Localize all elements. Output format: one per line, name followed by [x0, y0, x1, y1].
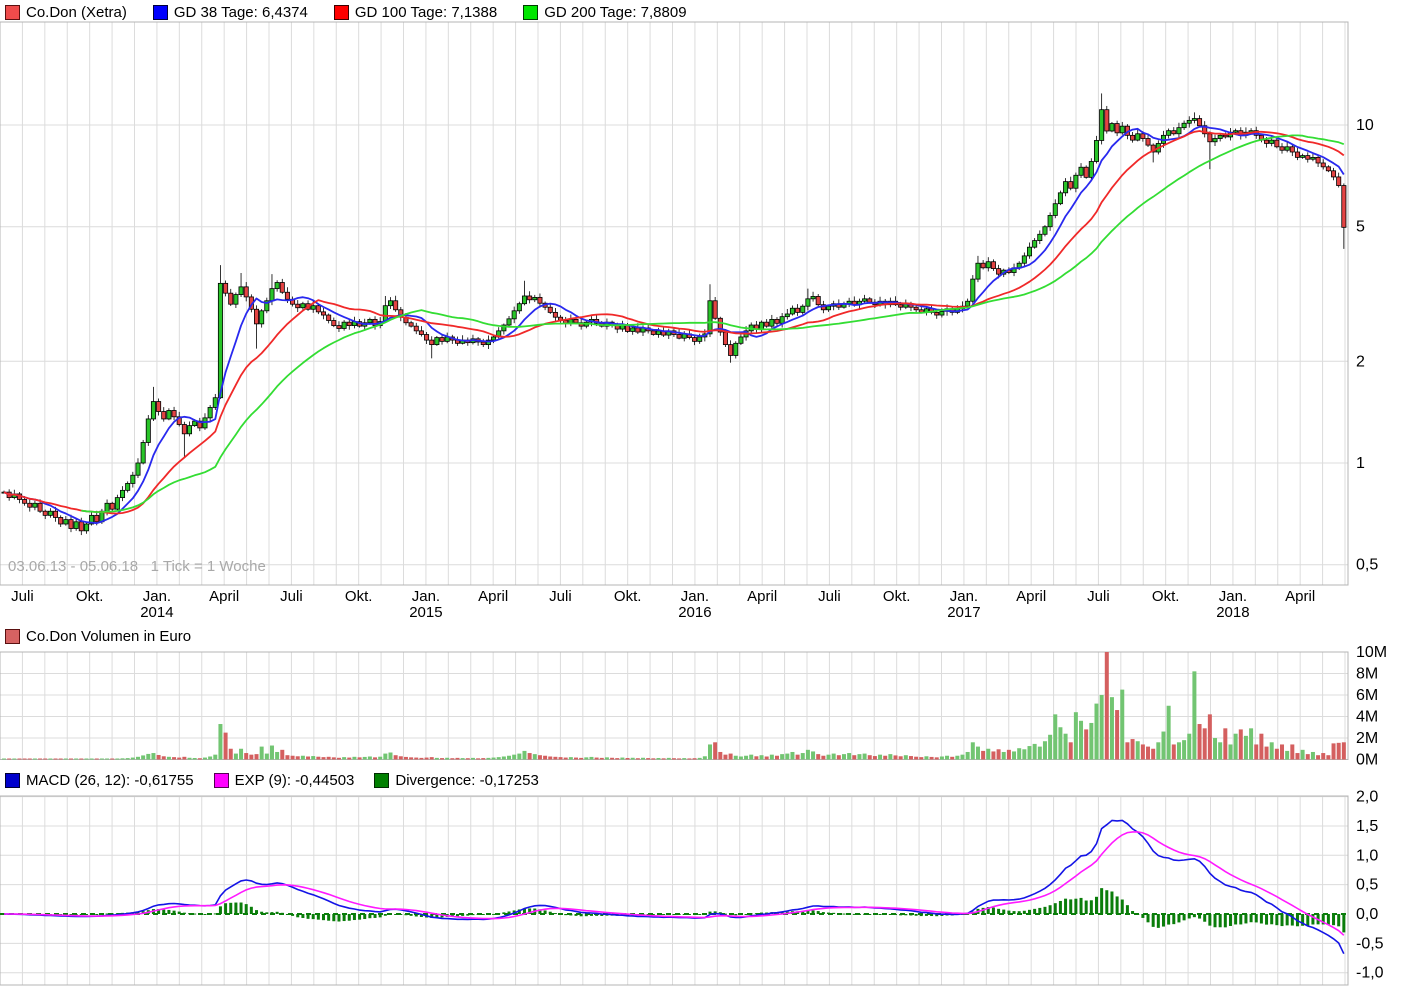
svg-text:1: 1 [1356, 455, 1365, 472]
gd38-label: GD 38 Tage: 6,4374 [173, 3, 308, 21]
svg-text:Jan.: Jan. [143, 588, 171, 605]
svg-text:5: 5 [1356, 219, 1365, 236]
legend-item-exp: EXP (9): -0,44503 [213, 771, 355, 789]
exp-line-label: EXP (9): -0,44503 [234, 771, 355, 789]
axis-tick-labels: 10 5 2 1 0,5 10M 8M 6M 4M 2M 0M 2,0 1,5 1,0 0,5 0,0 -0,5… [1356, 117, 1387, 982]
svg-text:Okt.: Okt. [614, 588, 642, 605]
legend-item-volume: Co.Don Volumen in Euro [5, 628, 191, 645]
gd100-swatch [333, 4, 349, 20]
svg-text:0,5: 0,5 [1356, 557, 1378, 574]
svg-text:April: April [209, 588, 239, 605]
legend-item-macd: MACD (26, 12): -0,61755 [5, 772, 194, 789]
svg-text:Jan.: Jan. [950, 588, 978, 605]
macd-line-label: MACD (26, 12): -0,61755 [26, 771, 194, 789]
svg-text:2018: 2018 [1216, 604, 1249, 621]
legend-item-gd100: GD 100 Tage: 7,1388 [333, 3, 498, 21]
svg-text:Juli: Juli [11, 588, 34, 605]
exp-line-swatch [213, 772, 229, 788]
svg-text:-1,0: -1,0 [1356, 965, 1384, 982]
stock-chart-canvas: 10 5 2 1 0,5 10M 8M 6M 4M 2M 0M 2,0 1,5 1,0 0,5 0,0 -0,5… [0, 21, 1387, 986]
svg-text:Juli: Juli [818, 588, 841, 605]
svg-text:Okt.: Okt. [76, 588, 104, 605]
codon-series-swatch [5, 4, 20, 20]
svg-text:2014: 2014 [140, 604, 173, 621]
svg-text:April: April [478, 588, 508, 605]
svg-text:April: April [747, 588, 777, 605]
svg-text:Jan.: Jan. [681, 588, 709, 605]
svg-text:Jan.: Jan. [1219, 588, 1247, 605]
svg-text:Okt.: Okt. [345, 588, 373, 605]
macd-line-swatch [5, 772, 20, 788]
gd100-label: GD 100 Tage: 7,1388 [354, 3, 498, 21]
gd200-label: GD 200 Tage: 7,8809 [544, 3, 687, 21]
svg-text:2: 2 [1356, 353, 1365, 370]
svg-text:0,5: 0,5 [1356, 877, 1378, 894]
svg-text:1,0: 1,0 [1356, 847, 1378, 864]
gd38-swatch [152, 4, 168, 20]
svg-text:0,0: 0,0 [1356, 906, 1378, 923]
volume-series [2, 652, 1346, 760]
svg-text:Jan.: Jan. [412, 588, 440, 605]
candlestick-series [1, 93, 1347, 536]
volume-series-swatch [5, 628, 20, 644]
svg-text:4M: 4M [1356, 709, 1378, 726]
svg-text:2,0: 2,0 [1356, 789, 1378, 806]
svg-text:10: 10 [1356, 117, 1374, 134]
legend-item-gd38: GD 38 Tage: 6,4374 [152, 3, 308, 21]
svg-text:-0,5: -0,5 [1356, 935, 1384, 952]
svg-text:0M: 0M [1356, 752, 1378, 769]
gd200-swatch [523, 4, 539, 20]
price-legend: Co.Don (Xetra) GD 38 Tage: 6,4374 GD 100… [5, 3, 713, 21]
divergence-label: Divergence: -0,17253 [395, 771, 539, 789]
svg-text:2016: 2016 [678, 604, 711, 621]
date-range-note: 03.06.13 - 05.06.18 1 Tick = 1 Woche [8, 558, 266, 575]
legend-item-divergence: Divergence: -0,17253 [374, 771, 539, 789]
svg-text:6M: 6M [1356, 687, 1378, 704]
svg-text:2015: 2015 [409, 604, 442, 621]
stock-chart-window: 10 5 2 1 0,5 10M 8M 6M 4M 2M 0M 2,0 1,5 1,0 0,5 0,0 -0,5… [0, 0, 1410, 989]
divergence-swatch [374, 772, 390, 788]
svg-text:8M: 8M [1356, 666, 1378, 683]
ma-line-40 [81, 134, 1345, 513]
codon-series-label: Co.Don (Xetra) [26, 3, 127, 21]
legend-item-gd200: GD 200 Tage: 7,8809 [523, 3, 687, 21]
svg-text:10M: 10M [1356, 644, 1387, 661]
x-axis-labels: Juli Okt. Jan.2014April Juli Okt. Jan.2015Apr… [11, 588, 1315, 621]
macd-legend: MACD (26, 12): -0,61755 EXP (9): -0,4450… [5, 771, 559, 789]
svg-text:Juli: Juli [1087, 588, 1110, 605]
volume-legend: Co.Don Volumen in Euro [5, 627, 217, 645]
svg-text:Okt.: Okt. [883, 588, 911, 605]
svg-text:April: April [1285, 588, 1315, 605]
svg-text:2017: 2017 [947, 604, 980, 621]
svg-text:2M: 2M [1356, 730, 1378, 747]
svg-text:Juli: Juli [549, 588, 572, 605]
svg-text:Juli: Juli [280, 588, 303, 605]
svg-text:1,5: 1,5 [1356, 818, 1378, 835]
volume-series-label: Co.Don Volumen in Euro [26, 627, 192, 645]
legend-item-codon: Co.Don (Xetra) [5, 4, 127, 21]
svg-text:April: April [1016, 588, 1046, 605]
svg-text:Okt.: Okt. [1152, 588, 1180, 605]
